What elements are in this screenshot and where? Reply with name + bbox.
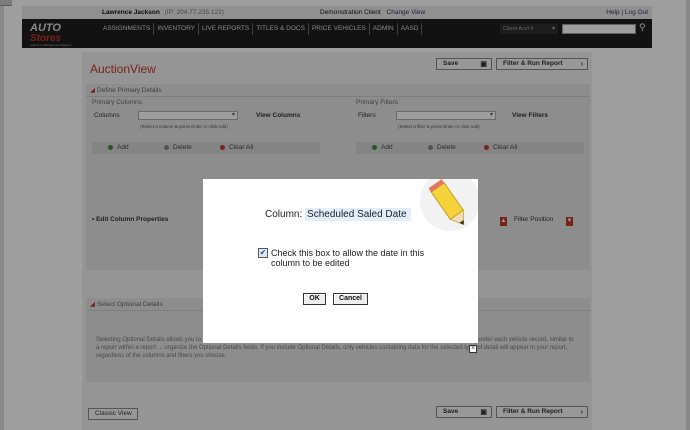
column-properties-dialog: Column: Scheduled Saled Date ✔ Check thi… [203, 179, 478, 353]
editable-date-checkbox-label: Check this box to allow the date in this… [271, 248, 425, 268]
editable-date-checkbox[interactable]: ✔ [258, 248, 268, 258]
close-icon[interactable]: × [469, 345, 477, 353]
column-value: Scheduled Saled Date [305, 208, 411, 221]
column-label: Column: [265, 209, 303, 220]
cancel-button[interactable]: Cancel [333, 293, 368, 305]
column-name-row: Column: Scheduled Saled Date [265, 208, 411, 221]
ok-button[interactable]: OK [303, 293, 326, 305]
